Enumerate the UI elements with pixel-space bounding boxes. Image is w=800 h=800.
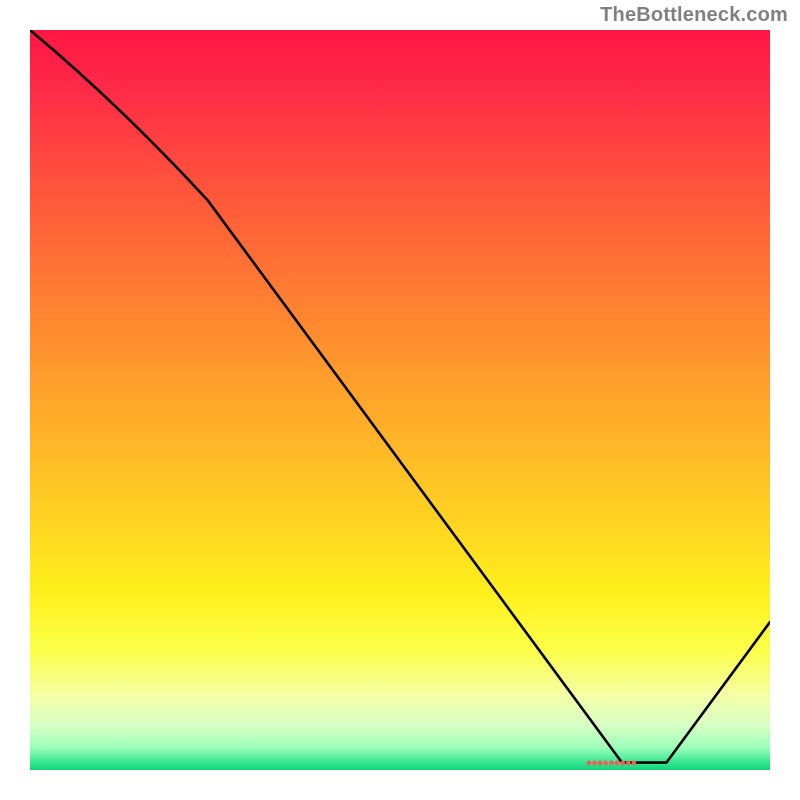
chart-container: TheBottleneck.com ●●●●●●●●● [0,0,800,800]
attribution-label: TheBottleneck.com [600,4,788,27]
chart-area: ●●●●●●●●● [30,30,770,770]
line-overlay [30,30,770,770]
curve-path [30,30,770,763]
optimum-marker: ●●●●●●●●● [585,757,636,769]
